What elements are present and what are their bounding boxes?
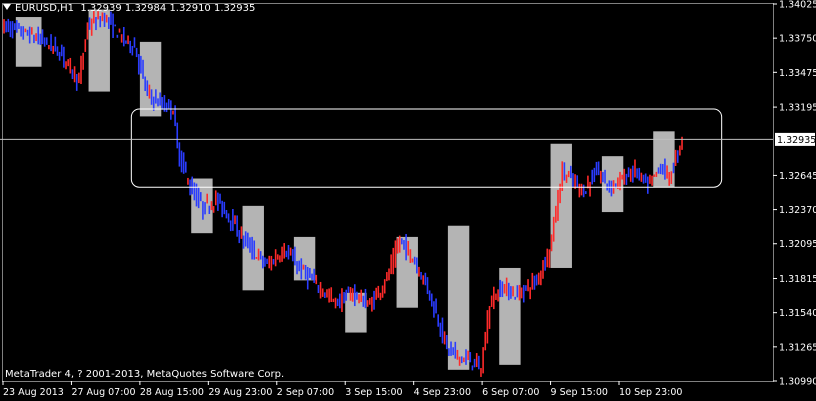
x-tick-label: 29 Aug 23:00 <box>208 387 272 398</box>
price-chart[interactable]: 1.32935 1.34025 1.33750 1.33475 1.33195 1.32… <box>0 0 816 401</box>
copyright-text: MetaTrader 4, ? 2001-2013, MetaQuotes So… <box>5 369 285 380</box>
y-tick-label: 1.30990 <box>779 377 816 388</box>
dropdown-triangle-icon[interactable] <box>3 4 11 10</box>
symbol-timeframe: EURUSD,H1 <box>15 3 75 14</box>
x-tick-label: 2 Sep 07:00 <box>277 387 334 398</box>
x-tick-label: 9 Sep 15:00 <box>551 387 608 398</box>
y-tick-label: 1.34025 <box>779 0 816 11</box>
x-tick-label: 23 Aug 2013 <box>3 387 64 398</box>
y-tick-label: 1.32095 <box>779 239 816 250</box>
y-tick-label: 1.33195 <box>779 103 816 114</box>
current-price-layer: 1.32935 <box>0 132 816 146</box>
x-tick-label: 4 Sep 23:00 <box>414 387 471 398</box>
y-tick-label: 1.31540 <box>779 308 816 319</box>
chart-header: EURUSD,H1 1.32939 1.32984 1.32910 1.3293… <box>3 3 255 14</box>
x-tick-label: 27 Aug 07:00 <box>71 387 135 398</box>
x-tick-label: 10 Sep 23:00 <box>619 387 682 398</box>
y-tick-label: 1.31265 <box>779 342 816 353</box>
time-axis: 23 Aug 2013 27 Aug 07:00 28 Aug 15:00 29 Au… <box>2 381 682 398</box>
session-box-4 <box>242 205 264 291</box>
x-tick-label: 6 Sep 07:00 <box>482 387 539 398</box>
plot-border <box>2 3 774 382</box>
chart-border <box>2 3 774 382</box>
x-tick-label: 3 Sep 15:00 <box>345 387 402 398</box>
y-tick-label: 1.31815 <box>779 274 816 285</box>
session-boxes <box>15 9 675 370</box>
y-tick-label: 1.33475 <box>779 68 816 79</box>
x-tick-label: 28 Aug 15:00 <box>140 387 204 398</box>
y-tick-label: 1.32370 <box>779 205 816 216</box>
ohlc-values: 1.32939 1.32984 1.32910 1.32935 <box>80 3 256 14</box>
session-box-10 <box>550 143 572 268</box>
price-axis: 1.34025 1.33750 1.33475 1.33195 1.32645 1.323… <box>773 0 816 388</box>
y-tick-label: 1.32645 <box>779 171 816 182</box>
y-tick-label: 1.33750 <box>779 34 816 45</box>
current-price-label: 1.32935 <box>777 135 816 146</box>
